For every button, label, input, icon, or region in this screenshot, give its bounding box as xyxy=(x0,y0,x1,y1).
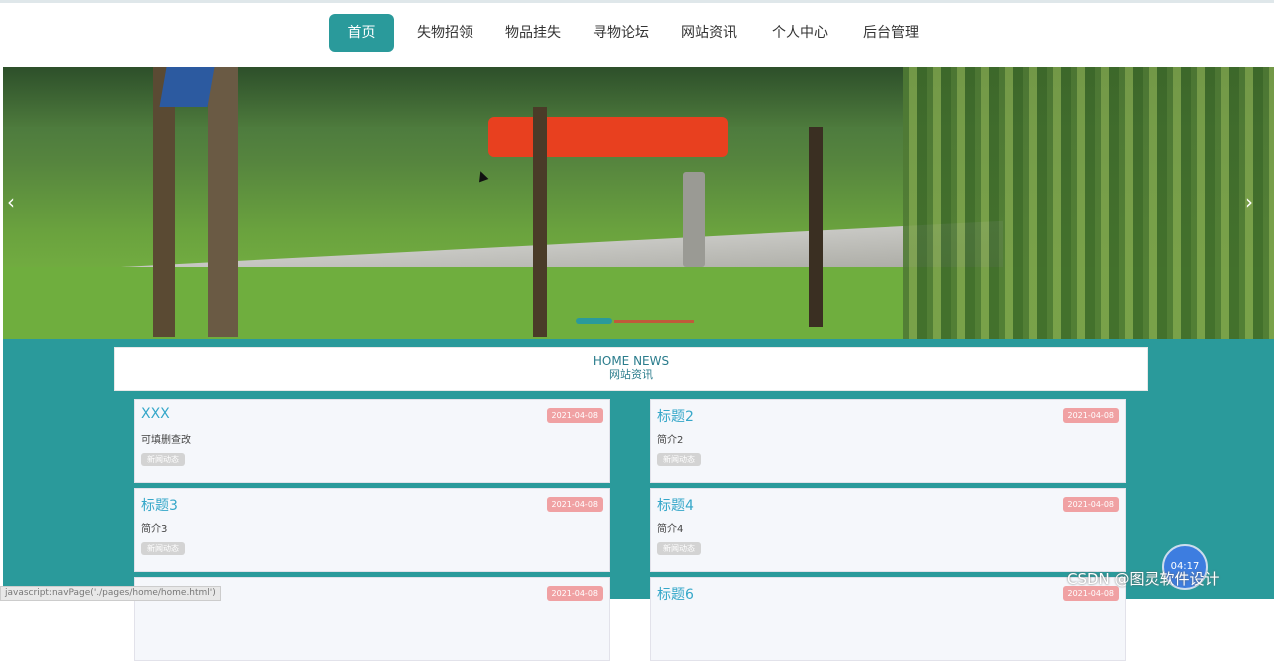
nav-item-report-lost[interactable]: 物品挂失 xyxy=(498,14,568,52)
news-heading-zh: 网站资讯 xyxy=(609,368,653,381)
news-section: HOME NEWS 网站资讯 XXX 2021-04-08 可填删查改 新闻动态… xyxy=(3,339,1274,661)
news-card[interactable]: 标题4 2021-04-08 简介4 新闻动态 xyxy=(650,488,1126,572)
news-card-tag: 新闻动态 xyxy=(657,542,701,555)
banner-carousel[interactable]: ‹ › xyxy=(3,67,1274,339)
news-card[interactable]: 标题6 2021-04-08 xyxy=(650,577,1126,661)
news-card-title[interactable]: 标题2 xyxy=(657,406,694,426)
news-card-date: 2021-04-08 xyxy=(1062,408,1119,423)
news-card[interactable]: 标题3 2021-04-08 简介3 新闻动态 xyxy=(134,488,610,572)
news-card-desc: 简介2 xyxy=(657,435,684,446)
carousel-indicator-active[interactable] xyxy=(576,318,612,324)
news-card-desc: 简介3 xyxy=(141,524,168,535)
nav-item-admin[interactable]: 后台管理 xyxy=(856,14,926,52)
news-card-title[interactable]: 标题6 xyxy=(657,584,694,604)
carousel-indicator[interactable] xyxy=(614,320,694,323)
banner-tree xyxy=(153,67,175,337)
news-card-tag: 新闻动态 xyxy=(141,542,185,555)
banner-bamboo xyxy=(903,67,1274,339)
news-card-title[interactable]: XXX xyxy=(141,406,170,422)
news-card-date: 2021-04-08 xyxy=(546,497,603,512)
banner-tree xyxy=(208,67,238,337)
banner-tree xyxy=(809,127,823,327)
news-card[interactable]: XXX 2021-04-08 可填删查改 新闻动态 xyxy=(134,399,610,483)
news-card-date: 2021-04-08 xyxy=(546,408,603,423)
watermark: CSDN @图灵软件设计 xyxy=(1067,570,1220,588)
news-card-title[interactable]: 标题3 xyxy=(141,495,178,515)
banner-tree xyxy=(533,107,547,337)
news-card-tag: 新闻动态 xyxy=(141,453,185,466)
nav-item-home[interactable]: 首页 xyxy=(329,14,394,52)
news-heading-en: HOME NEWS xyxy=(592,354,670,368)
news-card-tag: 新闻动态 xyxy=(657,453,701,466)
chevron-right-icon[interactable]: › xyxy=(1245,190,1253,214)
news-card-date: 2021-04-08 xyxy=(1062,497,1119,512)
news-section-heading: HOME NEWS 网站资讯 xyxy=(114,347,1148,391)
banner-flowerbed xyxy=(488,117,728,157)
banner-lamp-post xyxy=(683,172,705,267)
banner-signboard xyxy=(159,67,215,107)
main-nav: 首页 失物招领 物品挂失 寻物论坛 网站资讯 个人中心 后台管理 xyxy=(0,3,1274,67)
nav-item-user-center[interactable]: 个人中心 xyxy=(765,14,835,52)
news-card-desc: 简介4 xyxy=(657,524,684,535)
nav-item-news[interactable]: 网站资讯 xyxy=(674,14,744,52)
nav-item-lost-found[interactable]: 失物招领 xyxy=(410,14,480,52)
chevron-left-icon[interactable]: ‹ xyxy=(7,190,15,214)
carousel-indicators xyxy=(576,318,694,324)
news-card-desc: 可填删查改 xyxy=(141,435,191,446)
nav-item-forum[interactable]: 寻物论坛 xyxy=(586,14,656,52)
news-card[interactable]: 标题2 2021-04-08 简介2 新闻动态 xyxy=(650,399,1126,483)
news-card-title[interactable]: 标题4 xyxy=(657,495,694,515)
